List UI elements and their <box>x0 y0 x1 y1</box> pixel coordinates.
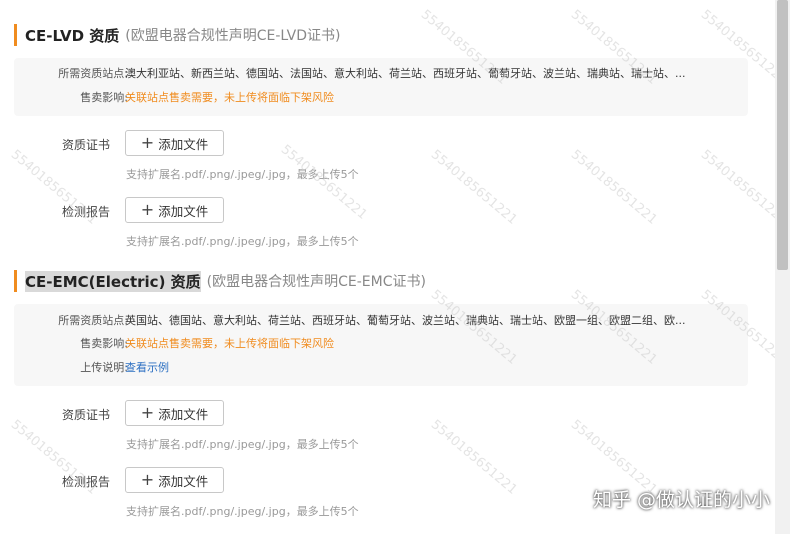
upload-hint: 支持扩展名.pdf/.png/.jpeg/.jpg，最多上传5个 <box>126 505 359 518</box>
info-label: 所需资质站点: <box>58 314 128 327</box>
field-label-report: 检测报告 <box>61 205 110 219</box>
section-title: CE-LVD 资质 (欧盟电器合规性声明CE-LVD证书) <box>14 24 340 46</box>
field-label-report: 检测报告 <box>61 475 110 489</box>
info-label: 所需资质站点: <box>58 67 128 80</box>
add-file-button-report[interactable]: + 添加文件 <box>125 467 224 493</box>
button-label: 添加文件 <box>158 136 209 152</box>
upload-hint: 支持扩展名.pdf/.png/.jpeg/.jpg，最多上传5个 <box>126 235 359 248</box>
info-row-sites: 所需资质站点: 澳大利亚站、新西兰站、德国站、法国站、意大利站、荷兰站、西班牙站… <box>14 66 748 82</box>
info-value-warning: 关联站点售卖需要，未上传将面临下架风险 <box>125 337 334 350</box>
button-label: 添加文件 <box>158 203 209 219</box>
zhihu-brand-watermark: 知乎 @做认证的小小 <box>592 489 770 511</box>
section-ce-lvd: CE-LVD 资质 (欧盟电器合规性声明CE-LVD证书) 所需资质站点: 澳大… <box>0 0 760 260</box>
info-row-impact: 售卖影响: 关联站点售卖需要，未上传将面临下架风险 <box>14 336 748 352</box>
info-row-sites: 所需资质站点: 英国站、德国站、意大利站、荷兰站、西班牙站、葡萄牙站、波兰站、瑞… <box>14 313 748 329</box>
section-title-sub: (欧盟电器合规性声明CE-LVD证书) <box>125 28 341 44</box>
field-label-certificate: 资质证书 <box>61 138 110 152</box>
add-file-button-certificate[interactable]: + 添加文件 <box>125 400 224 426</box>
section-title: CE-EMC(Electric) 资质 (欧盟电器合规性声明CE-EMC证书) <box>14 270 426 292</box>
info-label: 上传说明: <box>80 361 128 374</box>
add-file-button-report[interactable]: + 添加文件 <box>125 197 224 223</box>
upload-hint: 支持扩展名.pdf/.png/.jpeg/.jpg，最多上传5个 <box>126 438 359 451</box>
add-file-button-certificate[interactable]: + 添加文件 <box>125 130 224 156</box>
vertical-scrollbar[interactable] <box>775 0 790 534</box>
section-title-main: CE-EMC(Electric) 资质 <box>25 270 201 292</box>
button-label: 添加文件 <box>158 406 209 422</box>
info-row-instructions: 上传说明: 查看示例 <box>14 360 748 376</box>
scrollbar-thumb[interactable] <box>777 0 788 270</box>
info-value: 澳大利亚站、新西兰站、德国站、法国站、意大利站、荷兰站、西班牙站、葡萄牙站、波兰… <box>125 67 686 80</box>
info-box: 所需资质站点: 英国站、德国站、意大利站、荷兰站、西班牙站、葡萄牙站、波兰站、瑞… <box>14 304 748 386</box>
section-title-main: CE-LVD 资质 <box>25 26 120 45</box>
plus-icon: + <box>140 403 155 422</box>
info-value-warning: 关联站点售卖需要，未上传将面临下架风险 <box>125 91 334 104</box>
info-value: 英国站、德国站、意大利站、荷兰站、西班牙站、葡萄牙站、波兰站、瑞典站、瑞士站、欧… <box>125 314 686 327</box>
info-label: 售卖影响: <box>80 91 128 104</box>
plus-icon: + <box>140 470 155 489</box>
button-label: 添加文件 <box>158 473 209 489</box>
info-row-impact: 售卖影响: 关联站点售卖需要，未上传将面临下架风险 <box>14 90 748 106</box>
upload-hint: 支持扩展名.pdf/.png/.jpeg/.jpg，最多上传5个 <box>126 168 359 181</box>
section-title-sub: (欧盟电器合规性声明CE-EMC证书) <box>206 274 426 290</box>
view-example-link[interactable]: 查看示例 <box>125 360 737 376</box>
plus-icon: + <box>140 133 155 152</box>
info-label: 售卖影响: <box>80 337 128 350</box>
field-label-certificate: 资质证书 <box>61 408 110 422</box>
info-box: 所需资质站点: 澳大利亚站、新西兰站、德国站、法国站、意大利站、荷兰站、西班牙站… <box>14 58 748 116</box>
plus-icon: + <box>140 200 155 219</box>
